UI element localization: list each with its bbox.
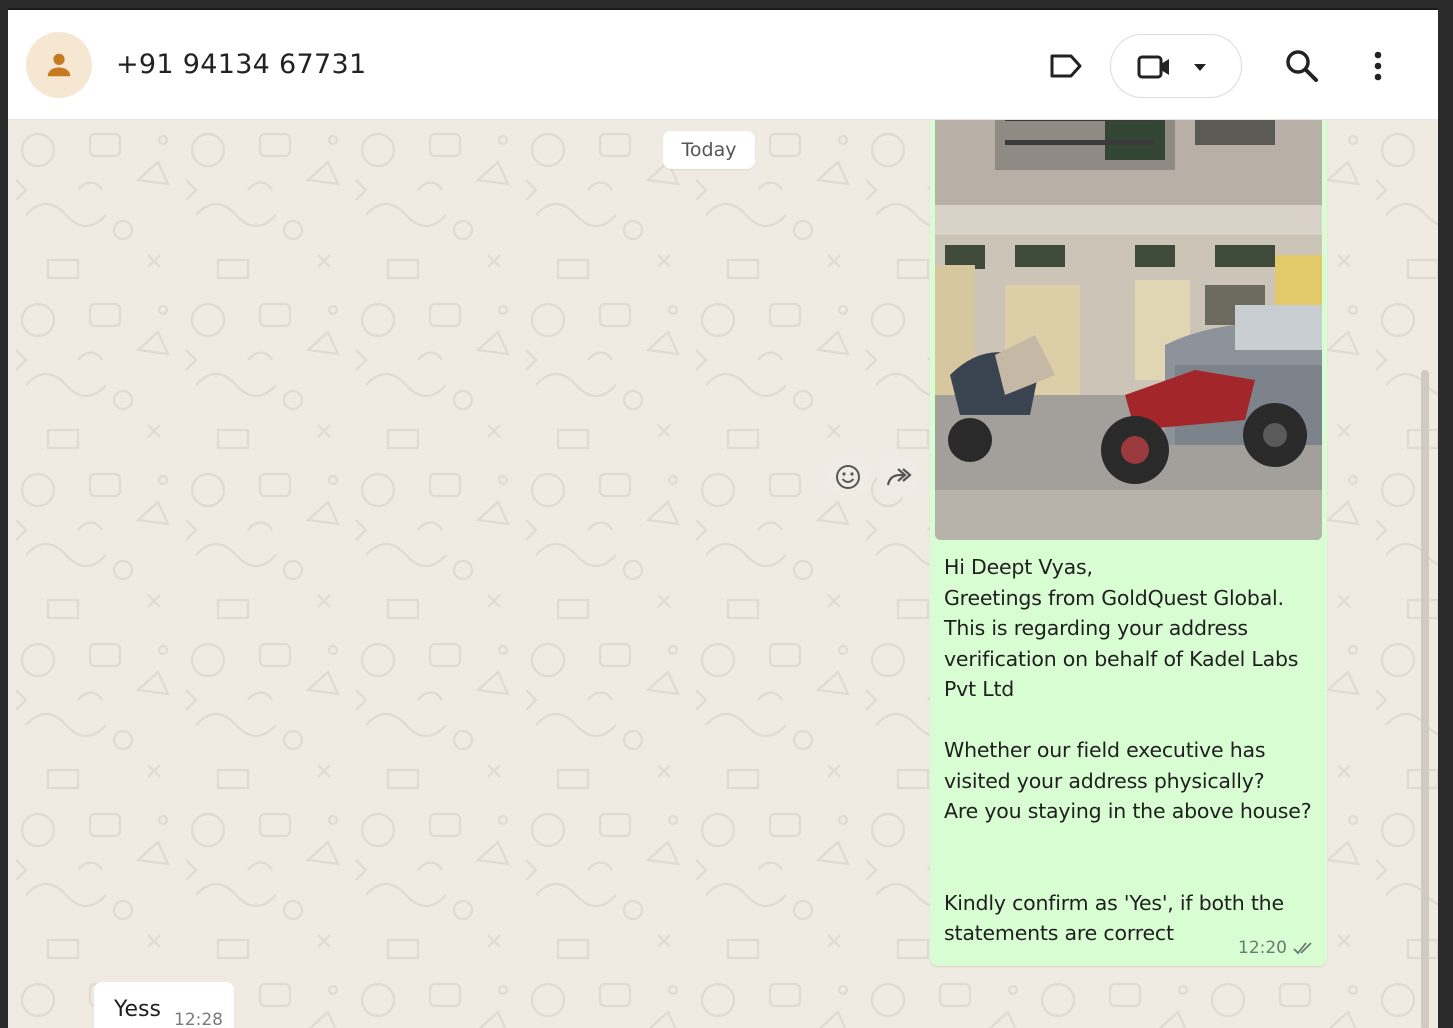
date-separator: Today xyxy=(663,131,755,169)
contact-name[interactable]: +91 94134 67731 xyxy=(116,49,366,80)
message-text: Hi Deept Vyas, Greetings from GoldQuest … xyxy=(944,555,1312,945)
search-icon xyxy=(1286,50,1318,82)
message-time: 12:20 xyxy=(1238,938,1287,958)
message-time: 12:28 xyxy=(174,1010,223,1028)
label-icon xyxy=(1050,54,1082,78)
chat-window: +91 94134 67731 Today Hi Deept Vyas, Gre… xyxy=(8,8,1438,1028)
forward-button[interactable] xyxy=(877,456,919,498)
chat-header: +91 94134 67731 xyxy=(8,10,1438,120)
search-button[interactable] xyxy=(1280,44,1324,88)
message-text: Yess xyxy=(114,997,161,1022)
message-meta: 12:20 xyxy=(1238,938,1315,958)
label-button[interactable] xyxy=(1042,46,1090,86)
contact-avatar[interactable] xyxy=(26,32,92,98)
video-call-button[interactable] xyxy=(1110,34,1242,98)
outgoing-message-bubble[interactable]: Hi Deept Vyas, Greetings from GoldQuest … xyxy=(930,90,1327,966)
react-button[interactable] xyxy=(827,456,869,498)
scrollbar[interactable] xyxy=(1421,370,1429,1028)
more-vertical-icon xyxy=(1374,51,1382,81)
person-icon xyxy=(47,53,71,77)
video-icon xyxy=(1137,55,1169,79)
forward-icon xyxy=(886,468,912,486)
chevron-down-icon[interactable] xyxy=(1193,63,1207,73)
emoji-icon xyxy=(836,465,860,489)
menu-button[interactable] xyxy=(1360,44,1396,88)
message-photo[interactable] xyxy=(935,95,1322,540)
house-photo xyxy=(935,95,1322,540)
double-check-icon xyxy=(1293,942,1312,955)
incoming-message-bubble[interactable]: Yess 12:28 xyxy=(94,982,234,1028)
